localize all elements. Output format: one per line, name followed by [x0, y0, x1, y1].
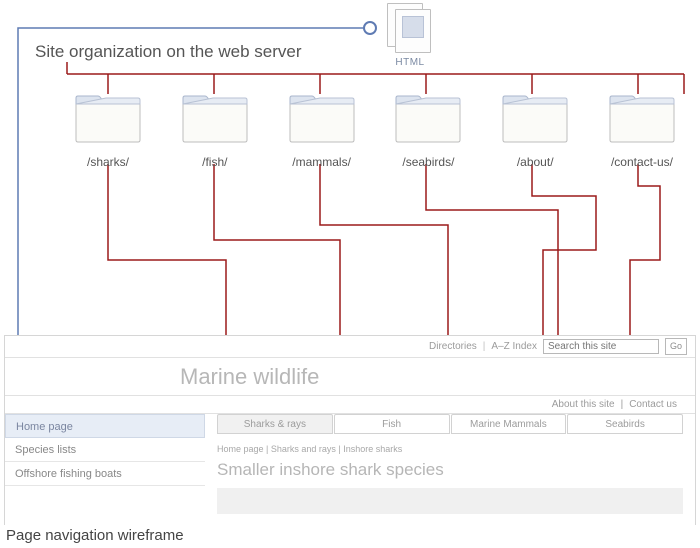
folder-label: /contact-us/	[592, 155, 692, 169]
link-contact-us[interactable]: Contact us	[629, 399, 677, 410]
folder-icon	[72, 90, 144, 144]
folder-label: /sharks/	[58, 155, 158, 169]
folder-contact: /contact-us/	[592, 90, 692, 169]
folder-label: /seabirds/	[378, 155, 478, 169]
page-heading: Smaller inshore shark species	[217, 460, 683, 480]
site-brand: Marine wildlife	[5, 358, 695, 396]
wf-utility-top: Directories | A–Z Index Go	[5, 336, 695, 358]
folder-row: /sharks/ /fish/ /mammals/ /seabirds/	[58, 90, 692, 169]
separator: |	[483, 341, 486, 352]
folder-icon	[286, 90, 358, 144]
search-input[interactable]	[543, 339, 659, 354]
folder-about: /about/	[485, 90, 585, 169]
sidebar-item-boats[interactable]: Offshore fishing boats	[5, 462, 205, 486]
folder-icon	[392, 90, 464, 144]
tab-fish[interactable]: Fish	[334, 414, 450, 434]
folder-sharks: /sharks/	[58, 90, 158, 169]
sidebar: Home page Species lists Offshore fishing…	[5, 414, 205, 524]
folder-label: /fish/	[165, 155, 265, 169]
folder-mammals: /mammals/	[272, 90, 372, 169]
separator: |	[621, 399, 624, 410]
wf-utility-secondary: About this site | Contact us	[5, 396, 695, 414]
sidebar-item-species[interactable]: Species lists	[5, 438, 205, 462]
link-about-site[interactable]: About this site	[552, 399, 615, 410]
tab-bar: Sharks & rays Fish Marine Mammals Seabir…	[217, 414, 683, 434]
tab-sharks[interactable]: Sharks & rays	[217, 414, 333, 434]
sidebar-item-home[interactable]: Home page	[5, 414, 205, 438]
tab-seabirds[interactable]: Seabirds	[567, 414, 683, 434]
html-document-icon: HTML	[370, 3, 450, 68]
page-wireframe: Directories | A–Z Index Go Marine wildli…	[4, 335, 696, 525]
link-az-index[interactable]: A–Z Index	[491, 341, 537, 352]
go-button[interactable]: Go	[665, 338, 687, 355]
folder-label: /about/	[485, 155, 585, 169]
folder-icon	[606, 90, 678, 144]
folder-fish: /fish/	[165, 90, 265, 169]
html-document-label: HTML	[370, 57, 450, 68]
folder-label: /mammals/	[272, 155, 372, 169]
folder-seabirds: /seabirds/	[378, 90, 478, 169]
content-placeholder	[217, 488, 683, 514]
folder-icon	[499, 90, 571, 144]
diagram-title: Site organization on the web server	[35, 42, 302, 62]
breadcrumb: Home page | Sharks and rays | Inshore sh…	[217, 444, 683, 454]
diagram-caption: Page navigation wireframe	[6, 527, 184, 544]
folder-icon	[179, 90, 251, 144]
link-directories[interactable]: Directories	[429, 341, 477, 352]
tab-mammals[interactable]: Marine Mammals	[451, 414, 567, 434]
main-content: Sharks & rays Fish Marine Mammals Seabir…	[205, 414, 695, 524]
